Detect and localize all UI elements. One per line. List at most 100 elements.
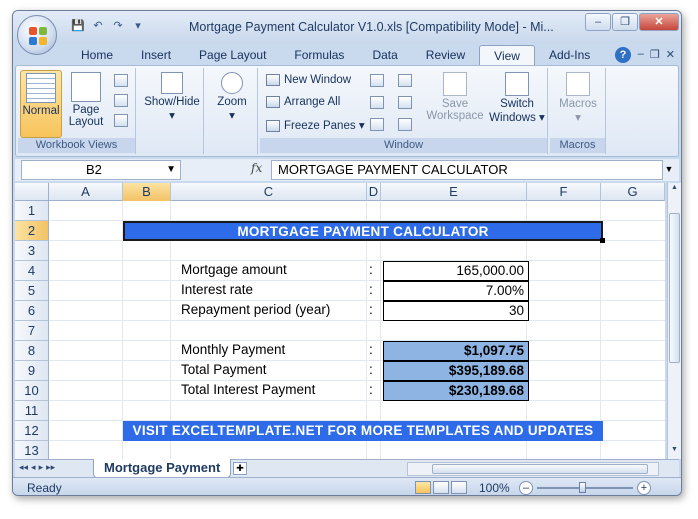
arrange-all-button[interactable]: Arrange All [266, 96, 340, 108]
name-box-dropdown-icon[interactable]: ▼ [166, 161, 176, 179]
interest-rate-colon: : [369, 282, 373, 297]
hide-window-icon[interactable] [370, 96, 384, 109]
gridline [49, 400, 665, 401]
mortgage-amount-label: Mortgage amount [181, 262, 287, 277]
row-header-11[interactable]: 11 [15, 401, 49, 421]
column-header-a[interactable]: A [49, 183, 123, 201]
row-header-6[interactable]: 6 [15, 301, 49, 321]
column-header-b[interactable]: B [123, 183, 171, 201]
vertical-scrollbar[interactable]: ▲ ▼ [667, 183, 681, 459]
row-header-2[interactable]: 2 [15, 221, 49, 241]
row-header-5[interactable]: 5 [15, 281, 49, 301]
total-interest-value[interactable]: $230,189.68 [383, 381, 529, 401]
row-header-10[interactable]: 10 [15, 381, 49, 401]
interest-rate-value[interactable]: 7.00% [383, 281, 529, 301]
zoom-level[interactable]: 100% [479, 481, 510, 495]
row-header-9[interactable]: 9 [15, 361, 49, 381]
select-all-corner[interactable] [15, 183, 49, 201]
custom-views-icon[interactable] [114, 94, 128, 107]
page-layout-shortcut-icon[interactable] [433, 481, 449, 494]
help-icon[interactable]: ? [615, 47, 631, 63]
tab-formulas[interactable]: Formulas [280, 45, 358, 65]
workbook-close-icon[interactable]: ✕ [666, 48, 675, 61]
excel-window: 💾 ↶ ↷ ▾ Mortgage Payment Calculator V1.0… [12, 10, 682, 496]
column-header-f[interactable]: F [527, 183, 601, 201]
close-button[interactable]: ✕ [639, 13, 679, 31]
total-payment-value[interactable]: $395,189.68 [383, 361, 529, 381]
undo-icon[interactable]: ↶ [91, 19, 105, 33]
zoom-in-button[interactable]: + [637, 481, 651, 495]
show-hide-button[interactable]: Show/Hide ▾ [142, 70, 202, 122]
insert-sheet-icon[interactable]: ✚ [233, 462, 247, 475]
full-screen-icon[interactable] [114, 114, 128, 127]
row-header-1[interactable]: 1 [15, 201, 49, 221]
save-icon[interactable]: 💾 [71, 19, 85, 33]
cell-area[interactable]: MORTGAGE PAYMENT CALCULATOR Mortgage amo… [49, 201, 665, 459]
zoom-slider-thumb[interactable] [579, 482, 586, 493]
scroll-up-icon[interactable]: ▲ [669, 184, 680, 196]
synchronous-scrolling-icon[interactable] [398, 96, 412, 109]
row-header-8[interactable]: 8 [15, 341, 49, 361]
freeze-panes-button[interactable]: Freeze Panes ▾ [266, 118, 365, 132]
row-header-13[interactable]: 13 [15, 441, 49, 459]
row-header-12[interactable]: 12 [15, 421, 49, 441]
mortgage-amount-value[interactable]: 165,000.00 [383, 261, 529, 281]
fill-handle[interactable] [600, 238, 605, 243]
macros-button[interactable]: Macros ▾ [554, 70, 602, 124]
next-sheet-icon[interactable]: ▸ [39, 462, 44, 473]
new-window-button[interactable]: New Window [266, 74, 351, 86]
monthly-payment-value[interactable]: $1,097.75 [383, 341, 529, 361]
restore-button[interactable]: ❐ [612, 13, 638, 31]
column-header-d[interactable]: D [367, 183, 381, 201]
repayment-period-value[interactable]: 30 [383, 301, 529, 321]
workbook-minimize-icon[interactable]: – [638, 48, 644, 61]
first-sheet-icon[interactable]: ◂◂ [19, 462, 28, 473]
page-break-preview-icon[interactable] [114, 74, 128, 87]
sheet-tab-mortgage-payment[interactable]: Mortgage Payment [93, 459, 232, 478]
calculator-title-banner[interactable]: MORTGAGE PAYMENT CALCULATOR [123, 221, 603, 241]
previous-sheet-icon[interactable]: ◂ [31, 462, 36, 473]
tab-data[interactable]: Data [358, 45, 411, 65]
unhide-window-icon[interactable] [370, 118, 384, 131]
tab-review[interactable]: Review [412, 45, 479, 65]
minimize-button[interactable]: – [585, 13, 611, 31]
insert-function-icon[interactable]: fx [251, 161, 262, 175]
split-icon[interactable] [370, 74, 384, 87]
reset-window-position-icon[interactable] [398, 118, 412, 131]
switch-windows-button[interactable]: Switch Windows ▾ [488, 70, 546, 124]
row-header-4[interactable]: 4 [15, 261, 49, 281]
row-header-7[interactable]: 7 [15, 321, 49, 341]
last-sheet-icon[interactable]: ▸▸ [46, 462, 55, 473]
customize-qat-icon[interactable]: ▾ [131, 19, 145, 33]
scroll-down-icon[interactable]: ▼ [669, 446, 680, 458]
tab-add-ins[interactable]: Add-Ins [535, 45, 604, 65]
vertical-scroll-thumb[interactable] [669, 213, 680, 363]
view-side-by-side-icon[interactable] [398, 74, 412, 87]
column-header-g[interactable]: G [601, 183, 665, 201]
normal-view-button[interactable]: Normal [20, 70, 62, 138]
tab-view[interactable]: View [479, 45, 535, 65]
row-header-3[interactable]: 3 [15, 241, 49, 261]
column-header-c[interactable]: C [171, 183, 367, 201]
worksheet-grid[interactable]: A B C D E F G 1 2 3 4 5 6 7 8 9 10 11 12… [15, 183, 665, 459]
visit-website-banner[interactable]: VISIT EXCELTEMPLATE.NET FOR MORE TEMPLAT… [123, 421, 603, 441]
page-break-shortcut-icon[interactable] [451, 481, 467, 494]
zoom-button[interactable]: Zoom ▾ [210, 70, 254, 122]
zoom-out-button[interactable]: – [519, 481, 533, 495]
tab-home[interactable]: Home [67, 45, 127, 65]
horizontal-scrollbar[interactable] [407, 462, 659, 476]
horizontal-scroll-thumb[interactable] [432, 464, 648, 474]
freeze-panes-arrow-icon: ▾ [358, 120, 365, 132]
workbook-restore-icon[interactable]: ❐ [650, 48, 660, 61]
office-button[interactable] [17, 15, 57, 55]
tab-insert[interactable]: Insert [127, 45, 185, 65]
column-header-e[interactable]: E [381, 183, 527, 201]
normal-view-shortcut-icon[interactable] [415, 481, 431, 494]
save-workspace-button[interactable]: Save Workspace [424, 70, 486, 122]
tab-page-layout[interactable]: Page Layout [185, 45, 280, 65]
formula-input[interactable]: MORTGAGE PAYMENT CALCULATOR [271, 160, 663, 180]
name-box[interactable]: B2 ▼ [21, 160, 181, 180]
expand-formula-bar-icon[interactable]: ▼ [663, 161, 675, 177]
redo-icon[interactable]: ↷ [111, 19, 125, 33]
page-layout-view-button[interactable]: Page Layout [66, 70, 106, 128]
